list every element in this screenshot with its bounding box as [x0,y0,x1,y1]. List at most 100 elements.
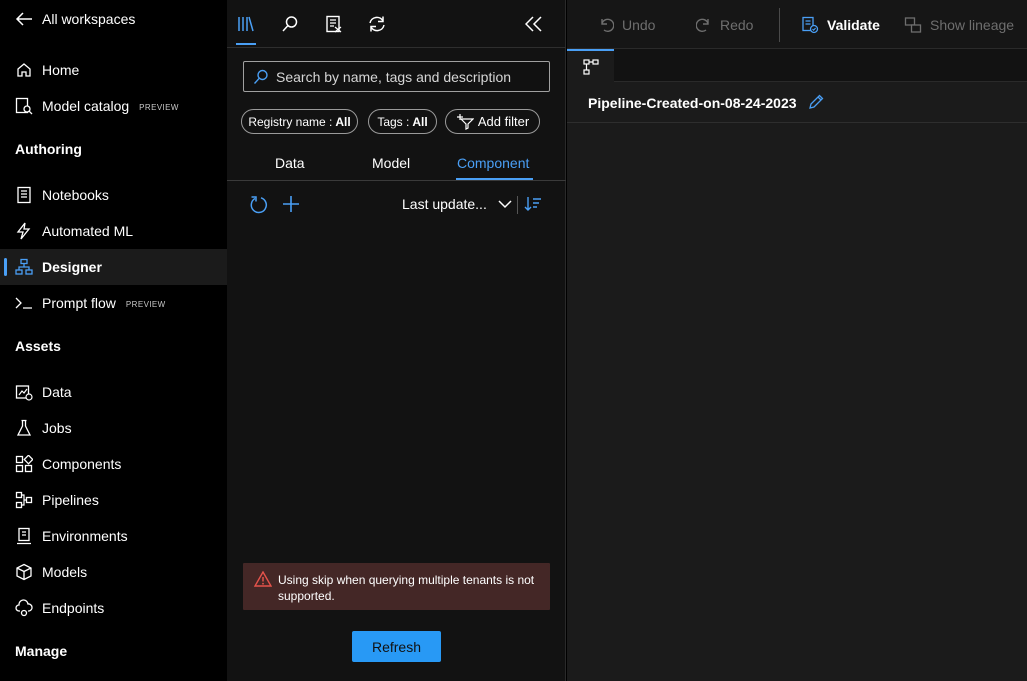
nav-item-endpoints[interactable]: Endpoints [0,590,227,626]
tab-refresh[interactable] [366,12,388,36]
chevron-down-icon [498,199,512,209]
left-navigation: All workspaces Home Model catalog PREVIEW… [0,0,227,681]
error-message-text: Using skip when querying multiple tenant… [278,573,535,603]
tab-data[interactable]: Data [275,155,305,171]
nav-item-prompt-flow[interactable]: Prompt flow PREVIEW [0,285,227,321]
add-filter-button[interactable]: Add filter [445,109,540,134]
tags-filter-label: Tags : [377,114,410,129]
nav-item-model-catalog[interactable]: Model catalog PREVIEW [0,88,227,124]
plus-icon [282,195,300,213]
preview-badge: PREVIEW [139,102,179,112]
validate-button[interactable]: Validate [801,13,880,37]
nav-item-pipelines[interactable]: Pipelines [0,482,227,518]
nav-item-jobs[interactable]: Jobs [0,410,227,446]
nav-item-notebooks[interactable]: Notebooks [0,177,227,213]
divider [779,8,780,42]
document-list-icon [325,15,343,33]
show-lineage-button[interactable]: Show lineage [904,13,1014,37]
tab-graph[interactable] [567,49,614,83]
divider [567,122,1027,123]
registry-filter-label: Registry name : [248,114,333,129]
cube-icon [15,563,33,581]
sort-order-button[interactable] [524,196,542,212]
nav-item-components[interactable]: Components [0,446,227,482]
flask-icon [15,419,33,437]
data-icon [15,383,33,401]
cloud-endpoint-icon [15,599,33,617]
section-authoring: Authoring [15,141,82,157]
graph-icon [582,59,599,75]
sort-dropdown[interactable]: Last update... [402,196,487,212]
tags-filter-pill[interactable]: Tags : All [368,109,437,134]
all-workspaces-label: All workspaces [42,11,136,27]
nav-item-home[interactable]: Home [0,52,227,88]
sync-icon [367,15,387,33]
back-arrow-icon [15,10,33,28]
search-icon [281,15,299,33]
refresh-list-button[interactable] [249,195,269,215]
add-component-button[interactable] [282,195,300,213]
divider [517,196,518,214]
undo-button[interactable]: Undo [598,13,655,37]
active-tab-indicator [236,43,256,45]
terminal-icon [15,294,33,312]
section-manage: Manage [15,643,68,659]
designer-icon [15,258,33,276]
nav-item-label: Endpoints [42,600,105,616]
nav-item-label: Components [42,456,122,472]
validate-label: Validate [827,17,880,33]
undo-label: Undo [622,17,656,33]
home-icon [15,61,33,79]
nav-item-label: Model catalog [42,98,130,114]
nav-item-label: Designer [42,259,102,275]
tab-search[interactable] [279,12,301,36]
warning-icon [254,571,272,587]
asset-library-panel: Search by name, tags and description Reg… [227,0,566,681]
registry-filter-pill[interactable]: Registry name : All [241,109,358,134]
all-workspaces-link[interactable]: All workspaces [0,1,227,37]
redo-icon [696,17,712,33]
redo-button[interactable]: Redo [696,13,753,37]
notebook-icon [15,186,33,204]
edit-title-button[interactable] [808,94,824,110]
show-lineage-label: Show lineage [930,17,1015,33]
pipeline-title: Pipeline-Created-on-08-24-2023 [588,95,797,111]
library-icon [237,15,255,33]
nav-item-label: Automated ML [42,223,134,239]
refresh-button[interactable]: Refresh [352,631,441,662]
automl-icon [15,222,33,240]
sort-descending-icon [524,196,542,212]
nav-item-data[interactable]: Data [0,374,227,410]
nav-item-label: Data [42,384,72,400]
tags-filter-value: All [412,114,428,129]
search-input[interactable]: Search by name, tags and description [243,61,550,92]
add-filter-icon [456,113,474,130]
tab-library[interactable] [235,12,257,36]
nav-item-designer[interactable]: Designer [0,249,227,285]
nav-item-automated-ml[interactable]: Automated ML [0,213,227,249]
divider [227,180,566,181]
nav-item-label: Jobs [42,420,72,436]
pipeline-icon [15,491,33,509]
nav-item-label: Models [42,564,88,580]
refresh-icon [249,195,269,215]
registry-filter-value: All [335,114,351,129]
canvas-tab-strip [567,48,1027,83]
tab-component[interactable]: Component [457,155,529,171]
components-icon [15,455,33,473]
search-placeholder: Search by name, tags and description [276,68,512,85]
nav-item-models[interactable]: Models [0,554,227,590]
sort-dropdown-toggle[interactable] [498,199,512,209]
pencil-icon [808,94,824,110]
tab-model[interactable]: Model [372,155,410,171]
command-bar: Undo Redo Validate Show lineage [567,0,1027,48]
tab-data-asset[interactable] [323,12,345,36]
preview-badge: PREVIEW [125,299,166,309]
lineage-icon [904,16,922,34]
nav-item-label: Environments [42,528,128,544]
nav-item-environments[interactable]: Environments [0,518,227,554]
collapse-panel-button[interactable] [523,12,545,36]
environment-icon [15,527,33,545]
nav-item-label: Prompt flow [42,295,116,311]
search-icon [253,69,269,85]
